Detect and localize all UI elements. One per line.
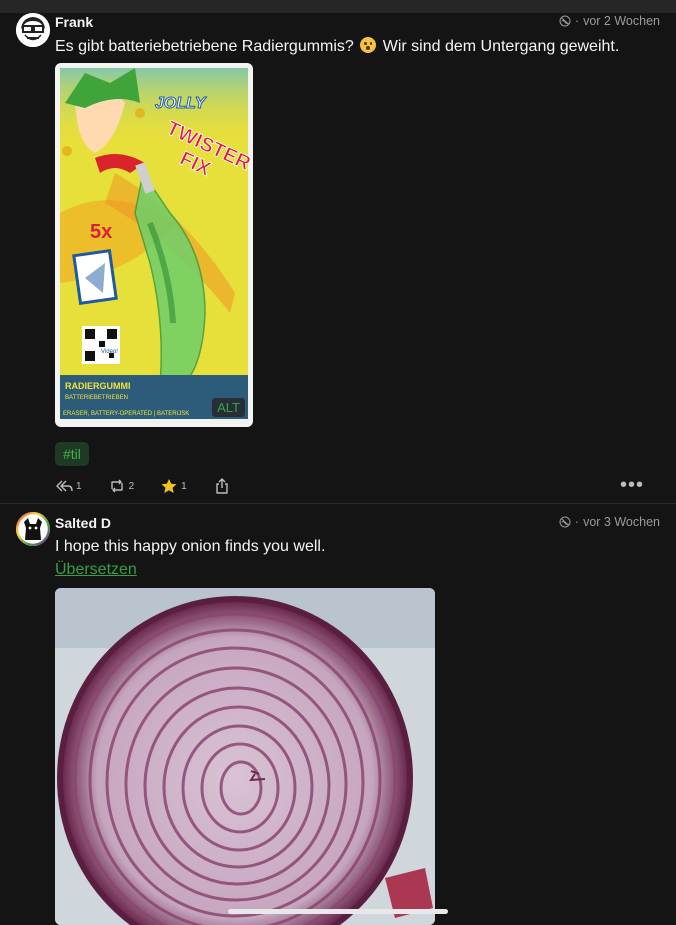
count-text: 5x bbox=[90, 221, 112, 243]
avatar[interactable] bbox=[16, 13, 50, 47]
post-time[interactable]: vor 3 Wochen bbox=[583, 515, 660, 529]
boost-count: 2 bbox=[128, 480, 135, 492]
home-indicator[interactable] bbox=[228, 909, 448, 914]
star-icon bbox=[161, 479, 177, 493]
caption-line1: RADIERGUMMI bbox=[65, 381, 131, 391]
visibility-globe-icon bbox=[559, 15, 571, 27]
post-salted-d: Salted D · vor 3 Wochen I hope this happ… bbox=[0, 504, 676, 925]
post-meta: · vor 3 Wochen bbox=[559, 515, 660, 529]
onion-image bbox=[55, 588, 435, 925]
post-text-part2: Wir sind dem Untergang geweiht. bbox=[382, 38, 620, 55]
reply-count: 1 bbox=[76, 480, 82, 492]
share-icon bbox=[215, 478, 228, 494]
avatar-image bbox=[16, 512, 50, 546]
post-actions: 1 2 1 bbox=[55, 478, 257, 494]
avatar[interactable] bbox=[16, 512, 50, 546]
author-name[interactable]: Salted D bbox=[55, 515, 111, 531]
reply-button[interactable]: 1 bbox=[55, 478, 82, 494]
brand-text: JOLLY bbox=[155, 95, 207, 112]
boost-button[interactable]: 2 bbox=[108, 478, 135, 494]
author-name[interactable]: Frank bbox=[55, 14, 93, 30]
alt-text-badge[interactable]: ALT bbox=[212, 398, 245, 417]
more-options-icon[interactable]: ••• bbox=[620, 475, 644, 495]
post-image-onion[interactable] bbox=[55, 588, 435, 925]
visibility-globe-icon bbox=[559, 516, 571, 528]
post-text: Es gibt batteriebetriebene Radiergummis?… bbox=[55, 37, 619, 56]
post-text-part1: Es gibt batteriebetriebene Radiergummis? bbox=[55, 38, 354, 55]
translate-link[interactable]: Übersetzen bbox=[55, 561, 137, 579]
post-time[interactable]: vor 2 Wochen bbox=[583, 14, 660, 28]
reply-all-icon bbox=[56, 480, 73, 492]
caption-line3: ERASER, BATTERY-OPERATED | BATERIJSK bbox=[63, 411, 189, 417]
share-button[interactable] bbox=[213, 478, 231, 494]
post-frank: Frank · vor 2 Wochen Es gibt batteriebet… bbox=[0, 0, 676, 503]
caption-line2: BATTERIEBETRIEBEN bbox=[65, 395, 128, 401]
qr-label: Video! bbox=[101, 349, 118, 355]
post-image-eraser[interactable]: JOLLY TWISTER FIX 5x Video! RADIERGUMMI … bbox=[55, 63, 253, 427]
favourite-button[interactable]: 1 bbox=[160, 478, 187, 494]
separator-dot: · bbox=[574, 14, 580, 28]
boost-icon bbox=[110, 479, 123, 493]
astonished-face-emoji-icon bbox=[360, 37, 377, 53]
post-text: I hope this happy onion finds you well. bbox=[55, 538, 326, 555]
post-meta: · vor 2 Wochen bbox=[559, 14, 660, 28]
separator-dot: · bbox=[574, 515, 580, 529]
favourite-count: 1 bbox=[181, 480, 187, 492]
eraser-package-image: JOLLY TWISTER FIX 5x Video! RADIERGUMMI … bbox=[58, 66, 253, 424]
avatar-image bbox=[16, 13, 50, 47]
hashtag-til[interactable]: #til bbox=[55, 442, 89, 466]
